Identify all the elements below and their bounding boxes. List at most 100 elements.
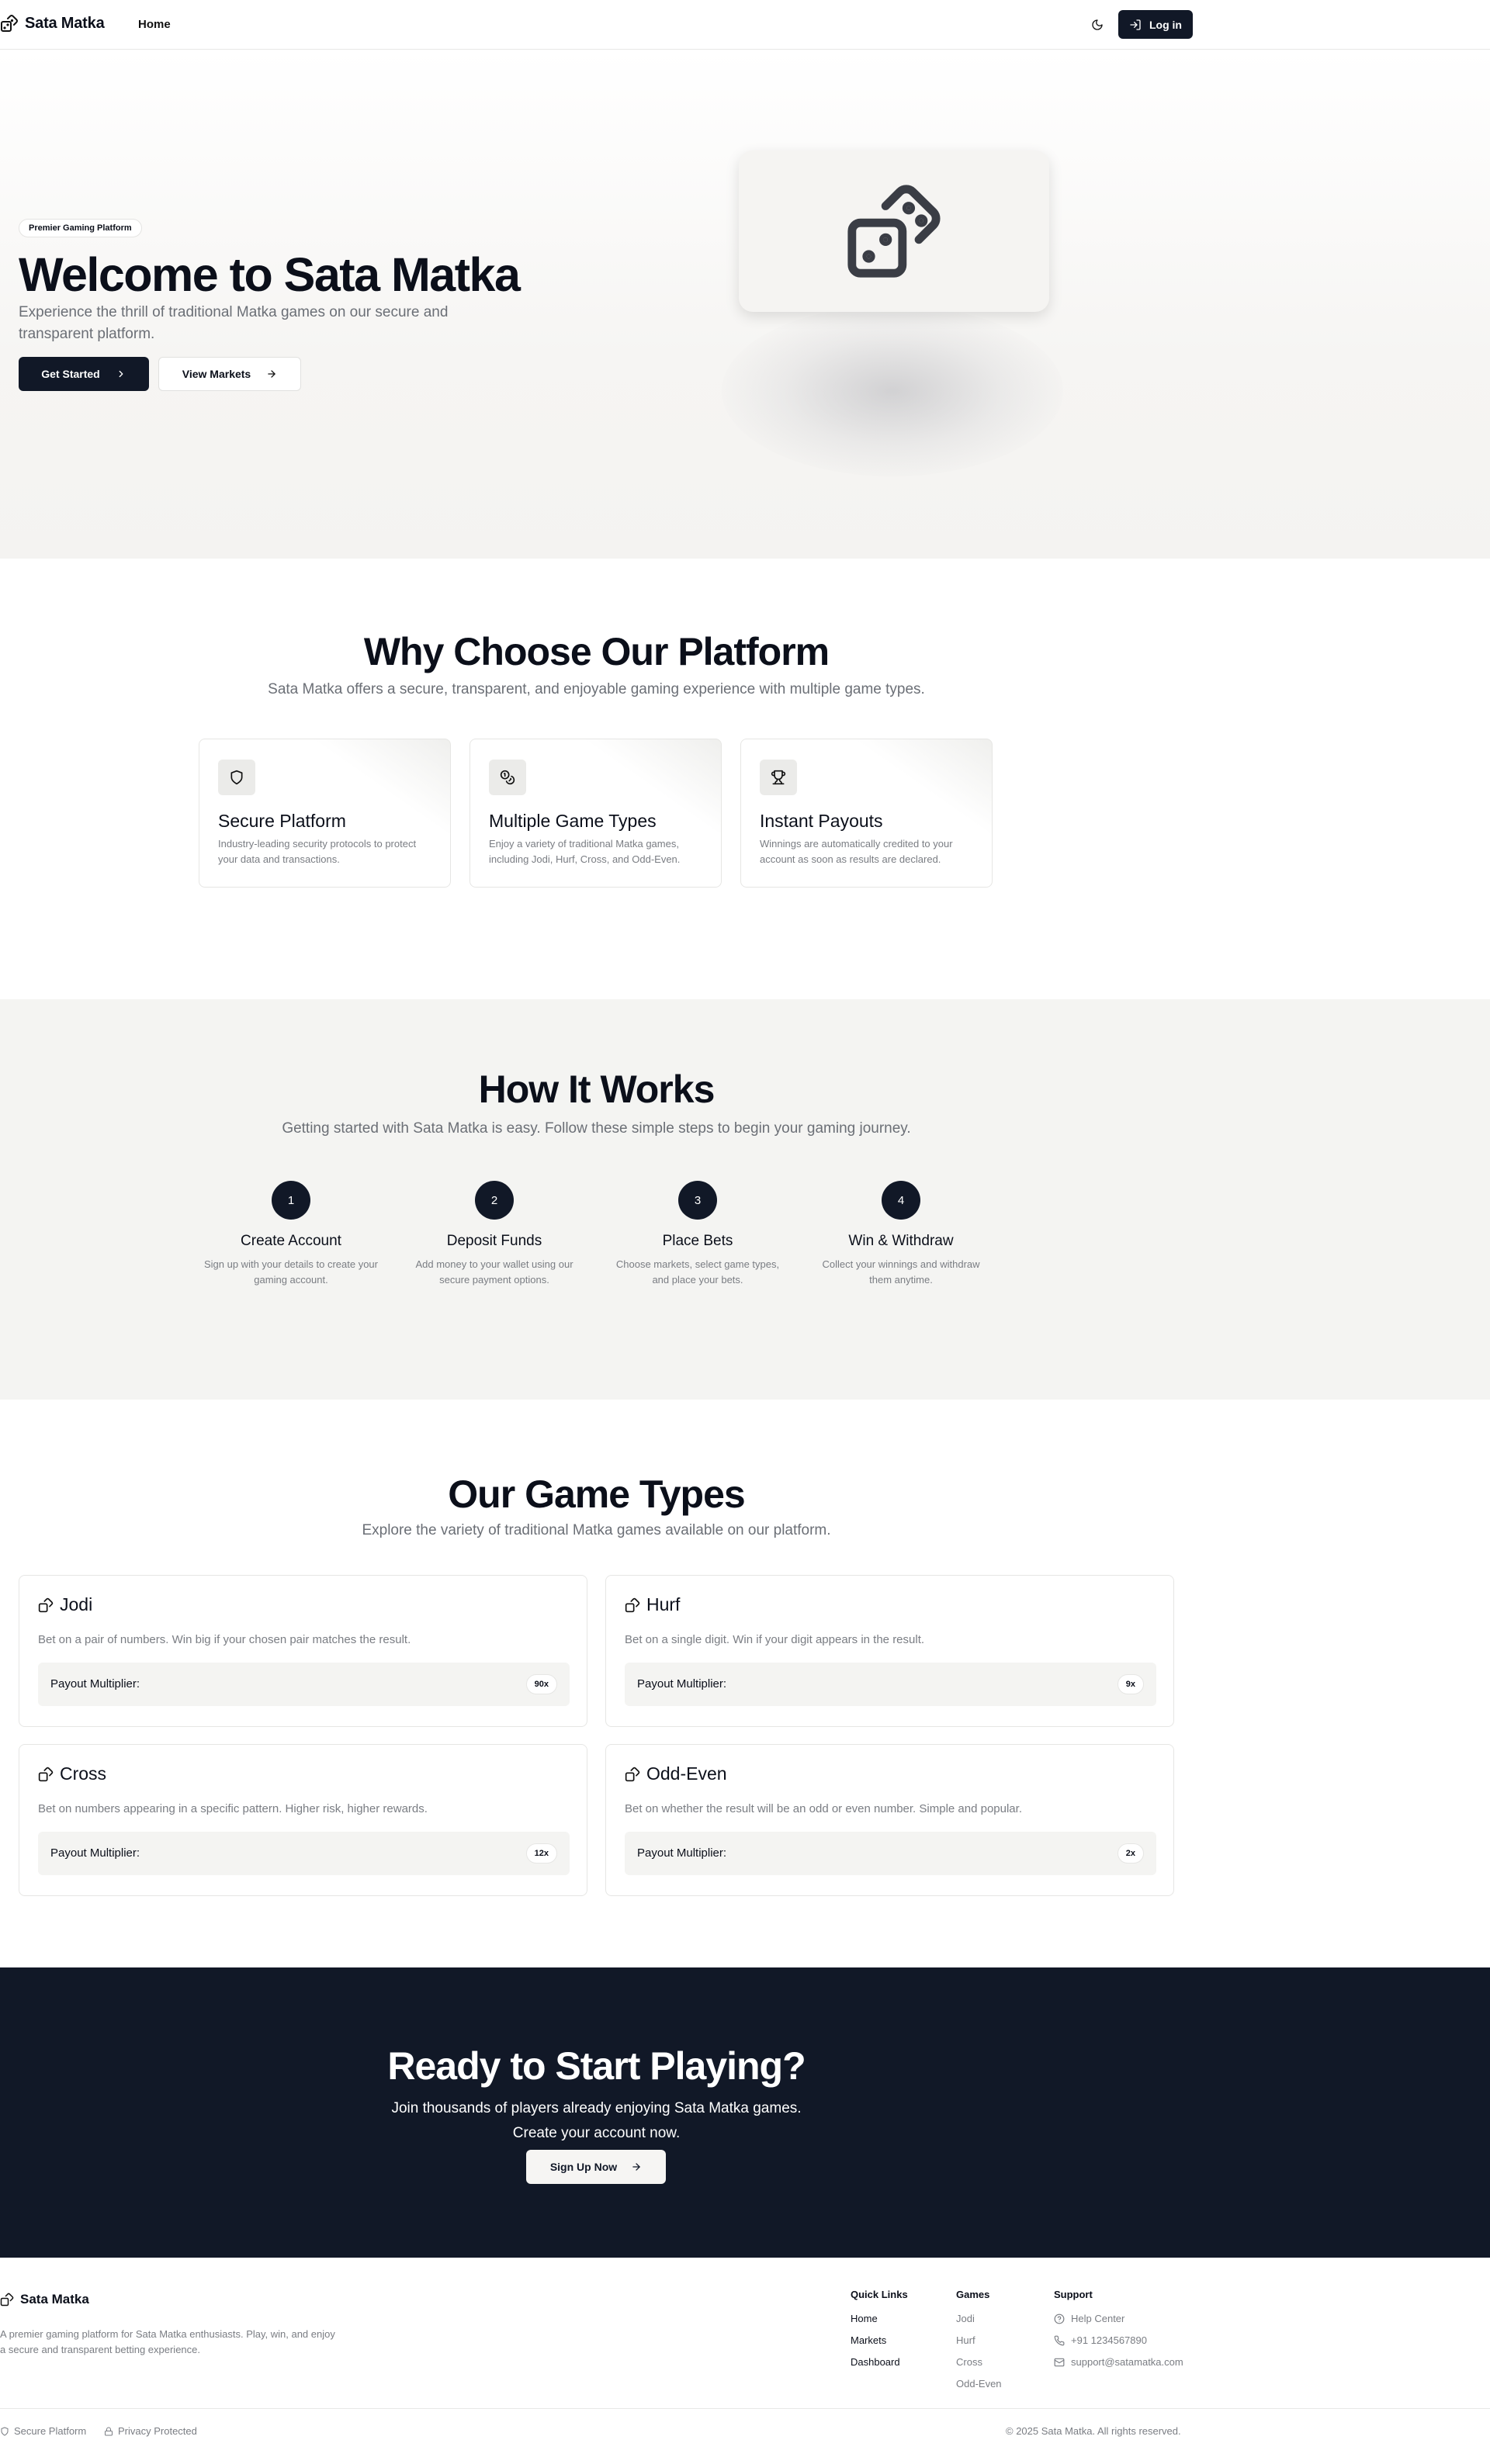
dice-icon bbox=[38, 1767, 54, 1782]
payout-row: Payout Multiplier: 9x bbox=[625, 1663, 1156, 1706]
game-card-cross[interactable]: Cross Bet on numbers appearing in a spec… bbox=[19, 1744, 587, 1896]
get-started-button[interactable]: Get Started bbox=[19, 357, 149, 391]
footer-support: Support Help Center +91 1234567890 suppo… bbox=[1054, 2289, 1183, 2373]
dice-icon bbox=[0, 14, 19, 33]
footer-copyright: © 2025 Sata Matka. All rights reserved. bbox=[1006, 2425, 1181, 2437]
footer-link-odd-even[interactable]: Odd-Even bbox=[956, 2373, 1002, 2395]
footer-quick-links: Quick Links Home Markets Dashboard bbox=[851, 2289, 908, 2373]
footer-link-jodi[interactable]: Jodi bbox=[956, 2308, 1002, 2330]
feature-title: Secure Platform bbox=[218, 811, 346, 831]
help-center-label: Help Center bbox=[1071, 2313, 1125, 2324]
payout-row: Payout Multiplier: 12x bbox=[38, 1832, 570, 1875]
game-name: Hurf bbox=[646, 1594, 681, 1614]
login-button[interactable]: Log in bbox=[1118, 10, 1193, 39]
feature-card: Instant Payouts Winnings are automatical… bbox=[740, 739, 993, 888]
footer-link-home[interactable]: Home bbox=[851, 2308, 908, 2330]
payout-label: Payout Multiplier: bbox=[637, 1846, 727, 1860]
step-number: 1 bbox=[272, 1181, 310, 1220]
payout-badge: 2x bbox=[1117, 1843, 1144, 1864]
game-desc: Bet on whether the result will be an odd… bbox=[625, 1802, 1022, 1815]
feature-desc: Enjoy a variety of traditional Matka gam… bbox=[489, 838, 681, 865]
footer-badge-secure: Secure Platform bbox=[0, 2425, 86, 2437]
why-section: Why Choose Our Platform Sata Matka offer… bbox=[0, 559, 1490, 999]
hero-glow bbox=[722, 306, 1063, 476]
footer-heading: Support bbox=[1054, 2289, 1093, 2300]
view-markets-button[interactable]: View Markets bbox=[158, 357, 301, 391]
view-markets-label: View Markets bbox=[182, 368, 251, 380]
dice-icon bbox=[625, 1767, 640, 1782]
game-types-section: Our Game Types Explore the variety of tr… bbox=[0, 1400, 1490, 1967]
game-desc: Bet on a single digit. Win if your digit… bbox=[625, 1633, 925, 1646]
feature-desc: Industry-leading security protocols to p… bbox=[218, 838, 417, 865]
feature-card: Secure Platform Industry-leading securit… bbox=[199, 739, 451, 888]
step-desc: Choose markets, select game types, and p… bbox=[615, 1258, 780, 1286]
footer-description: A premier gaming platform for Sata Matka… bbox=[0, 2328, 335, 2355]
feature-title: Multiple Game Types bbox=[489, 811, 657, 831]
step-item: 1 Create Account Sign up with your detai… bbox=[198, 1181, 384, 1288]
footer-brand: Sata Matka bbox=[0, 2292, 89, 2307]
payout-row: Payout Multiplier: 2x bbox=[625, 1832, 1156, 1875]
hero-badge: Premier Gaming Platform bbox=[19, 219, 142, 237]
hero-illustration-card bbox=[739, 151, 1049, 312]
step-title: Deposit Funds bbox=[446, 1233, 542, 1249]
theme-toggle-button[interactable] bbox=[1086, 14, 1108, 36]
payout-badge: 90x bbox=[525, 1674, 557, 1694]
game-desc: Bet on a pair of numbers. Win big if you… bbox=[38, 1633, 411, 1646]
nav-home-link[interactable]: Home bbox=[138, 18, 171, 31]
footer-email[interactable]: support@satamatka.com bbox=[1054, 2352, 1183, 2373]
game-card-odd-even[interactable]: Odd-Even Bet on whether the result will … bbox=[605, 1744, 1174, 1896]
games-title: Our Game Types bbox=[448, 1473, 745, 1516]
payout-label: Payout Multiplier: bbox=[50, 1677, 140, 1691]
footer-link-hurf[interactable]: Hurf bbox=[956, 2330, 1002, 2352]
sign-up-button[interactable]: Sign Up Now bbox=[526, 2150, 666, 2184]
step-desc: Sign up with your details to create your… bbox=[203, 1258, 378, 1286]
sign-up-label: Sign Up Now bbox=[549, 2161, 618, 2173]
step-item: 3 Place Bets Choose markets, select game… bbox=[605, 1181, 791, 1288]
footer-link-cross[interactable]: Cross bbox=[956, 2352, 1002, 2373]
how-subtitle: Getting started with Sata Matka is easy.… bbox=[282, 1120, 911, 1137]
game-desc: Bet on numbers appearing in a specific p… bbox=[38, 1802, 428, 1815]
brand-name: Sata Matka bbox=[25, 14, 105, 32]
game-name: Cross bbox=[60, 1763, 107, 1784]
game-card-hurf[interactable]: Hurf Bet on a single digit. Win if your … bbox=[605, 1575, 1174, 1727]
get-started-label: Get Started bbox=[41, 368, 100, 380]
footer-link-dashboard[interactable]: Dashboard bbox=[851, 2352, 908, 2373]
footer-phone[interactable]: +91 1234567890 bbox=[1054, 2330, 1183, 2352]
footer-games: Games Jodi Hurf Cross Odd-Even bbox=[956, 2289, 1002, 2395]
dices-icon bbox=[844, 181, 944, 282]
cta-text-line2: Create your account now. bbox=[512, 2125, 681, 2141]
secure-label: Secure Platform bbox=[14, 2425, 87, 2437]
dice-icon bbox=[625, 1597, 640, 1613]
game-name: Odd-Even bbox=[646, 1763, 727, 1784]
log-in-icon bbox=[1129, 19, 1142, 31]
step-number: 3 bbox=[678, 1181, 717, 1220]
brand-logo[interactable]: Sata Matka bbox=[0, 14, 105, 33]
footer-help-center[interactable]: Help Center bbox=[1054, 2308, 1183, 2330]
chevron-right-icon bbox=[116, 369, 126, 379]
cta-title: Ready to Start Playing? bbox=[387, 2044, 806, 2088]
footer-brand-name: Sata Matka bbox=[20, 2292, 89, 2307]
footer-link-markets[interactable]: Markets bbox=[851, 2330, 908, 2352]
footer-divider bbox=[0, 2408, 1490, 2409]
site-footer: Sata Matka A premier gaming platform for… bbox=[0, 2258, 1490, 2452]
arrow-right-icon bbox=[266, 369, 277, 379]
footer-heading: Quick Links bbox=[851, 2289, 908, 2300]
cta-text-line1: Join thousands of players already enjoyi… bbox=[391, 2100, 802, 2116]
shield-icon bbox=[229, 770, 244, 785]
login-label: Log in bbox=[1149, 18, 1182, 31]
email-label: support@satamatka.com bbox=[1071, 2356, 1183, 2368]
feature-desc: Winnings are automatically credited to y… bbox=[760, 838, 953, 865]
phone-label: +91 1234567890 bbox=[1071, 2334, 1147, 2346]
payout-label: Payout Multiplier: bbox=[50, 1846, 140, 1860]
games-subtitle: Explore the variety of traditional Matka… bbox=[362, 1522, 831, 1538]
site-header: Sata Matka Home Log in bbox=[0, 0, 1490, 50]
game-card-jodi[interactable]: Jodi Bet on a pair of numbers. Win big i… bbox=[19, 1575, 587, 1727]
step-number: 4 bbox=[882, 1181, 920, 1220]
payout-badge: 12x bbox=[525, 1843, 557, 1864]
why-title: Why Choose Our Platform bbox=[363, 630, 830, 673]
hero-title: Welcome to Sata Matka bbox=[19, 248, 521, 301]
footer-heading: Games bbox=[956, 2289, 990, 2300]
moon-icon bbox=[1091, 19, 1104, 31]
game-name: Jodi bbox=[60, 1594, 93, 1614]
trophy-icon bbox=[771, 770, 786, 785]
